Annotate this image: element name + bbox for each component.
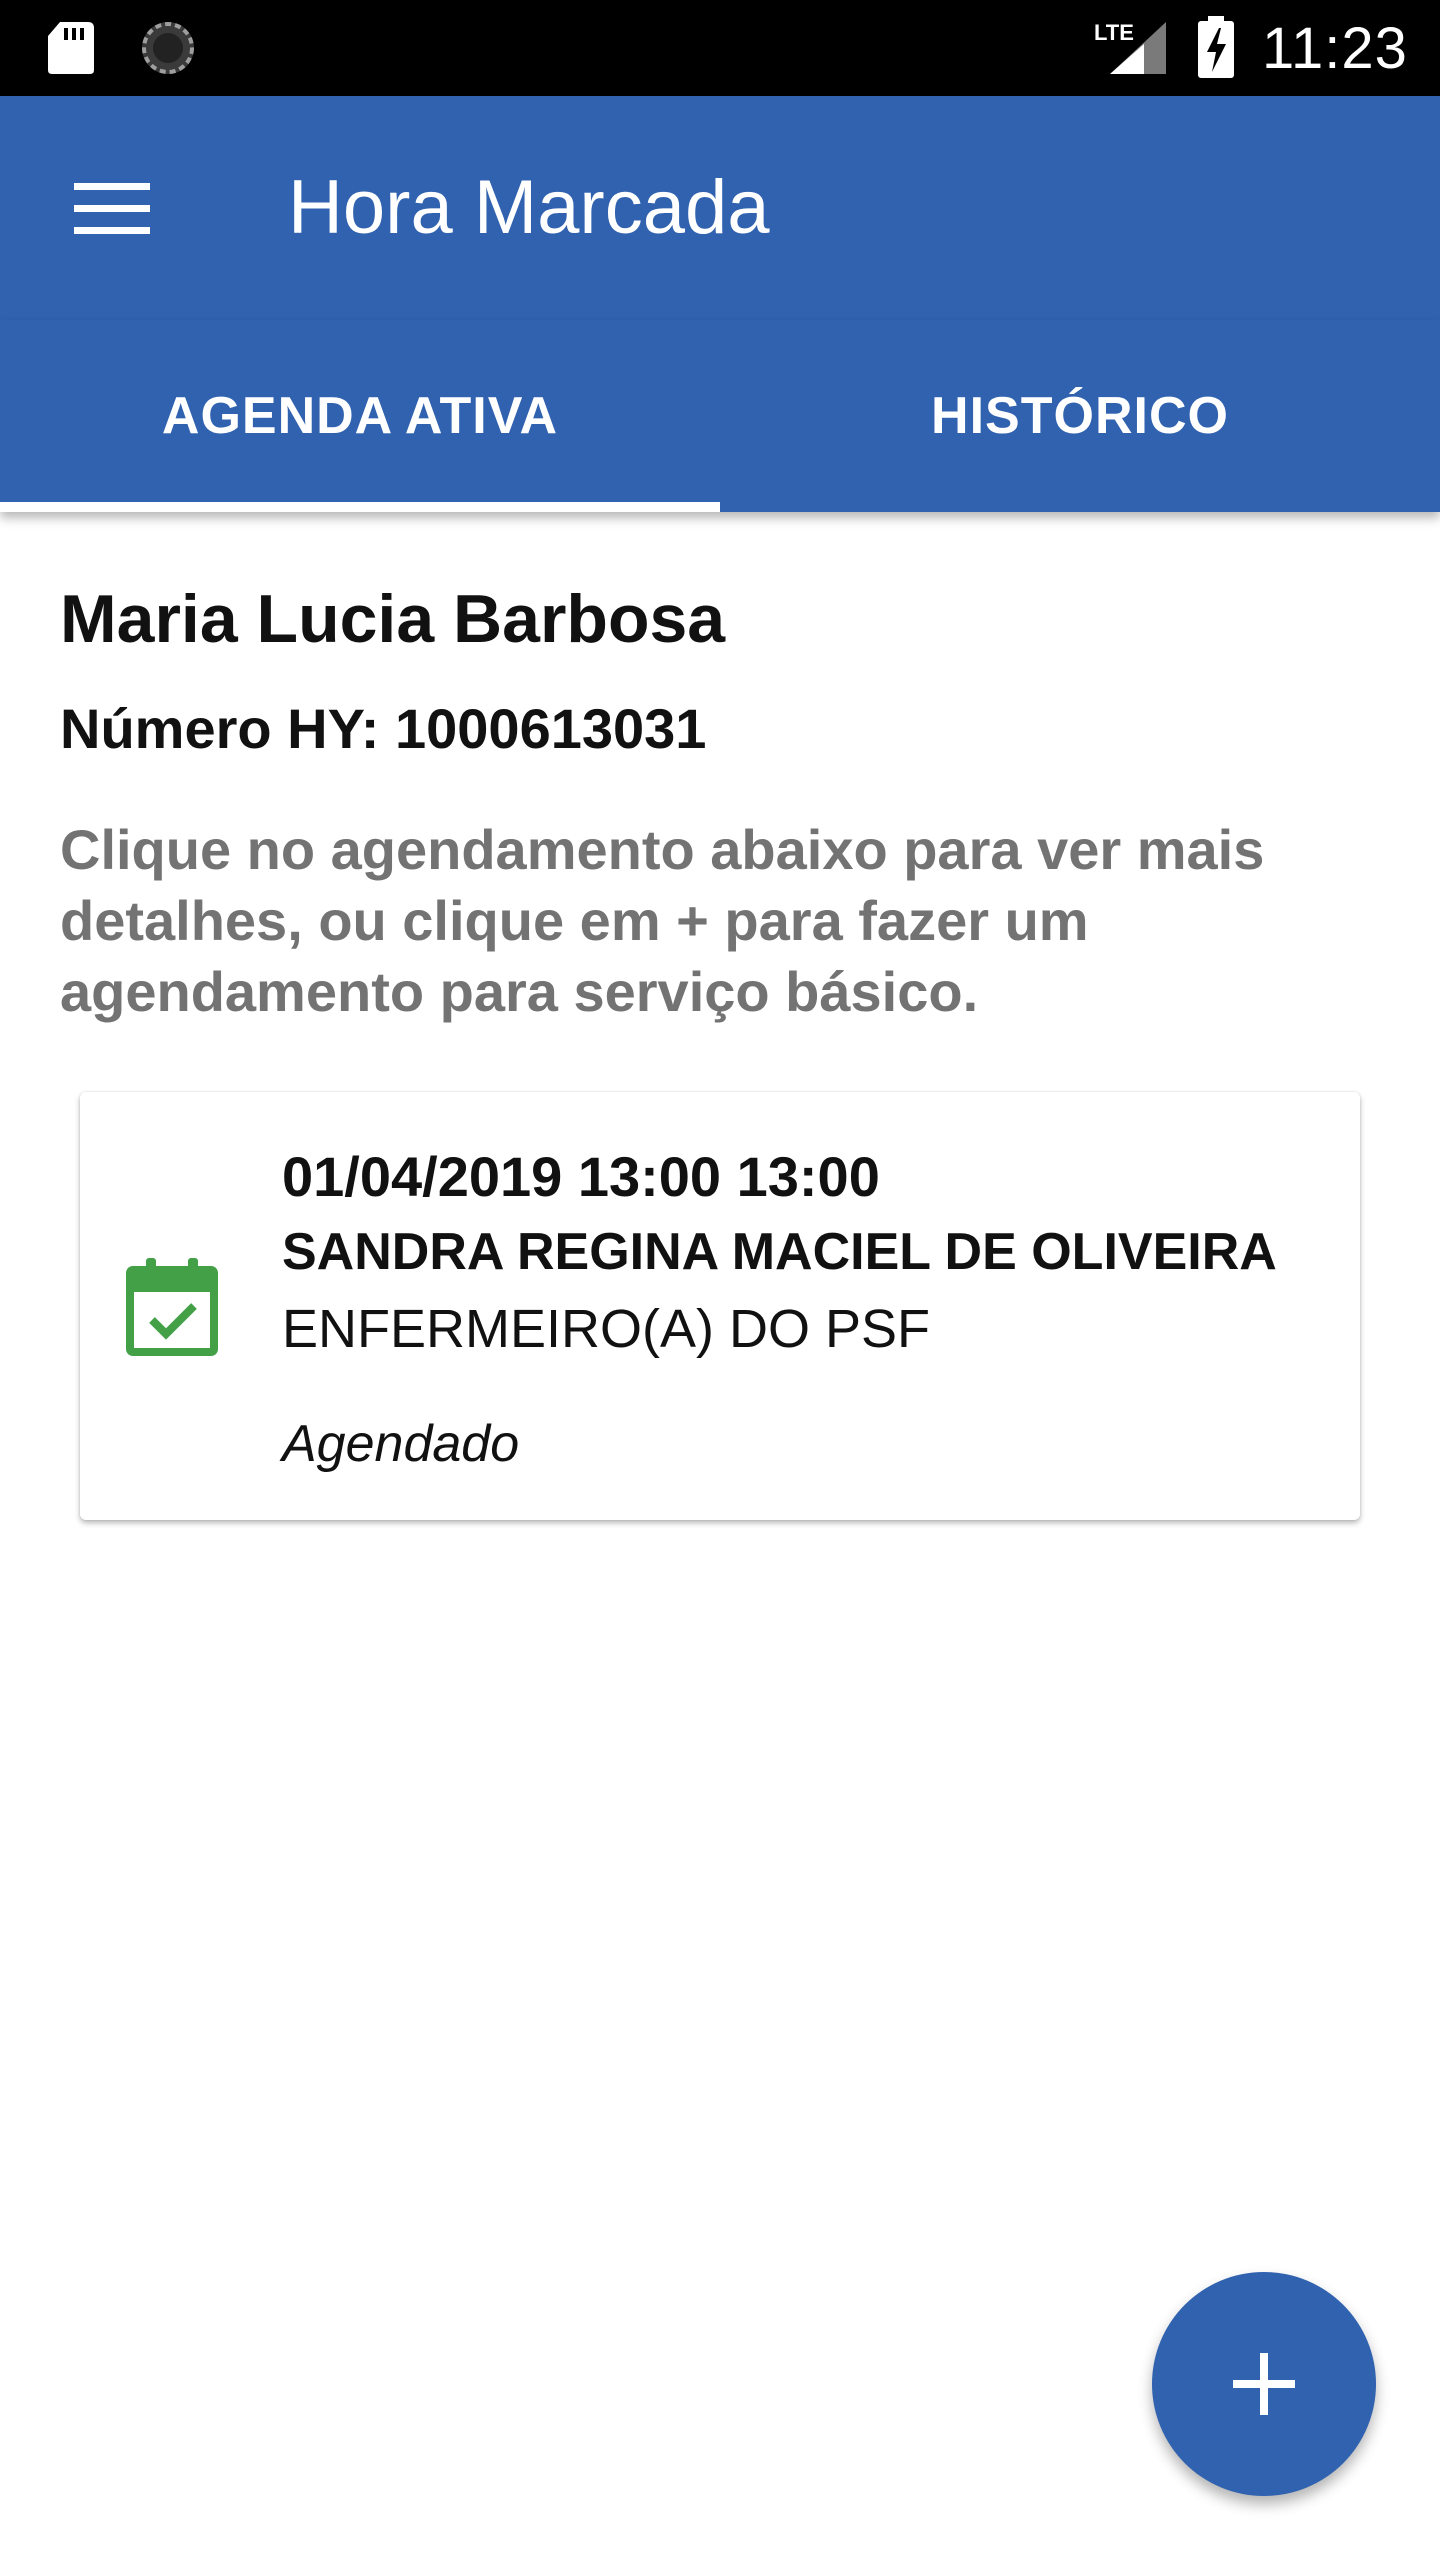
tab-label: HISTÓRICO <box>931 387 1229 445</box>
status-bar: LTE 11:23 <box>0 0 1440 96</box>
tab-agenda-ativa[interactable]: AGENDA ATIVA <box>0 320 720 512</box>
tab-label: AGENDA ATIVA <box>161 387 559 445</box>
sync-icon <box>142 22 194 74</box>
svg-text:LTE: LTE <box>1094 20 1134 45</box>
status-time: 11:23 <box>1262 16 1408 81</box>
appointment-status: Agendado <box>282 1415 520 1473</box>
appointment-card[interactable]: 01/04/2019 13:00 13:00 SANDRA REGINA MAC… <box>80 1092 1360 1520</box>
patient-number: Número HY: 1000613031 <box>60 697 707 760</box>
app-bar: Hora Marcada <box>0 96 1440 320</box>
appointment-professional: SANDRA REGINA MACIEL DE OLIVEIRA <box>282 1223 1277 1281</box>
tab-selected-indicator <box>0 502 720 512</box>
tab-historico[interactable]: HISTÓRICO <box>720 320 1440 512</box>
instructions-text: Clique no agendamento abaixo para ver ma… <box>60 818 1265 1023</box>
calendar-check-icon <box>126 1258 218 1356</box>
plus-icon <box>1233 2353 1295 2415</box>
sd-card-icon <box>48 22 94 74</box>
patient-name: Maria Lucia Barbosa <box>60 581 726 657</box>
app-title: Hora Marcada <box>288 165 770 250</box>
menu-icon <box>74 183 150 234</box>
menu-button[interactable] <box>56 152 168 264</box>
battery-charging-icon <box>1198 16 1234 78</box>
tab-bar: AGENDA ATIVA HISTÓRICO <box>0 320 1440 512</box>
appointment-role: ENFERMEIRO(A) DO PSF <box>282 1299 931 1359</box>
appointment-datetime: 01/04/2019 13:00 13:00 <box>282 1145 880 1208</box>
add-appointment-button[interactable] <box>1152 2272 1376 2496</box>
lte-signal-icon: LTE <box>1094 20 1166 74</box>
